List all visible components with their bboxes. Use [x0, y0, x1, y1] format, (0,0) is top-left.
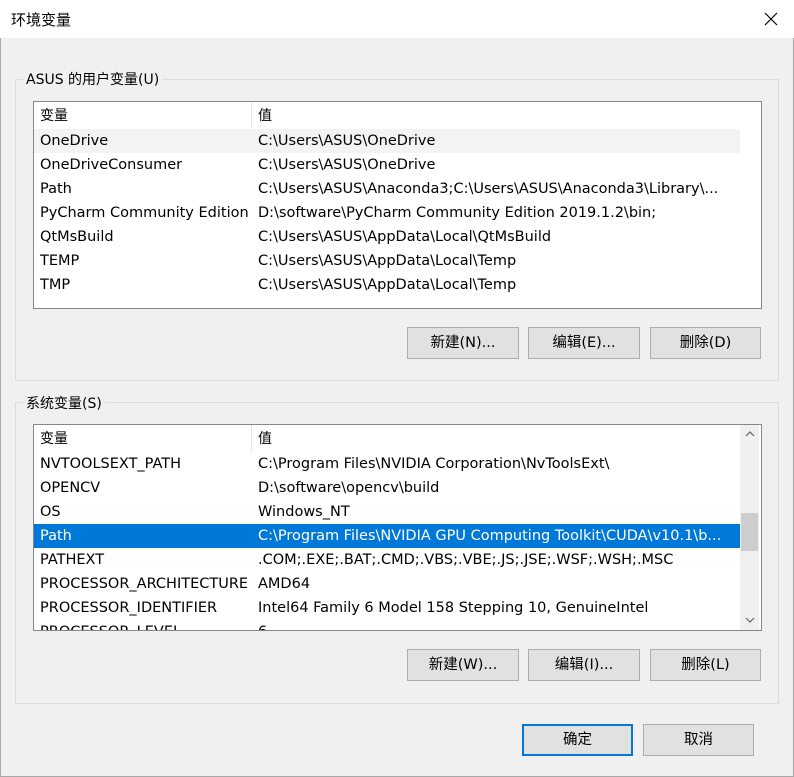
variable-name: QtMsBuild: [40, 229, 114, 245]
window-title: 环境变量: [11, 11, 72, 29]
variable-value: C:\Users\ASUS\AppData\Local\Temp: [258, 277, 517, 293]
chevron-down-icon: [745, 617, 754, 623]
title-bar[interactable]: 环境变量: [0, 0, 794, 38]
system-delete-button[interactable]: 删除(L): [650, 649, 761, 681]
variable-name: PATHEXT: [40, 552, 105, 568]
list-item[interactable]: Path C:\Program Files\NVIDIA GPU Computin…: [34, 524, 740, 548]
variable-name: OS: [40, 504, 61, 520]
variable-name: PROCESSOR_LEVEL: [40, 620, 181, 630]
variable-name: TEMP: [40, 253, 80, 269]
list-item[interactable]: PATHEXT .COM;.EXE;.BAT;.CMD;.VBS;.VBE;.JS…: [34, 548, 740, 572]
variable-name: Path: [40, 181, 72, 197]
scroll-up-button[interactable]: [740, 425, 759, 442]
variable-name: PROCESSOR_IDENTIFIER: [40, 600, 218, 616]
column-header-name[interactable]: 变量: [34, 425, 252, 451]
variable-value: C:\Program Files\NVIDIA Corporation\NvTo…: [258, 456, 610, 472]
column-header-value[interactable]: 值: [252, 102, 752, 128]
user-variables-group-label: ASUS 的用户变量(U): [23, 69, 163, 89]
variable-value: Windows_NT: [258, 504, 350, 520]
user-edit-button[interactable]: 编辑(E)...: [528, 327, 640, 359]
list-item[interactable]: TMP C:\Users\ASUS\AppData\Local\Temp: [34, 273, 740, 297]
variable-value: C:\Users\ASUS\Anaconda3;C:\Users\ASUS\An…: [258, 181, 719, 197]
variable-name: OneDriveConsumer: [40, 157, 183, 173]
variable-value: C:\Program Files\NVIDIA GPU Computing To…: [258, 528, 722, 544]
list-item[interactable]: OneDrive C:\Users\ASUS\OneDrive: [34, 129, 740, 153]
list-item[interactable]: OneDriveConsumer C:\Users\ASUS\OneDrive: [34, 153, 740, 177]
variable-value: .COM;.EXE;.BAT;.CMD;.VBS;.VBE;.JS;.JSE;.…: [258, 552, 674, 568]
variable-name: PROCESSOR_ARCHITECTURE: [40, 576, 249, 592]
list-item[interactable]: PROCESSOR_LEVEL 6: [34, 620, 740, 630]
variable-value: C:\Users\ASUS\OneDrive: [258, 157, 436, 173]
variable-name: Path: [40, 528, 72, 544]
variable-name: OPENCV: [40, 480, 101, 496]
user-delete-button[interactable]: 删除(D): [650, 327, 761, 359]
list-item[interactable]: OPENCV D:\software\opencv\build: [34, 476, 740, 500]
chevron-up-icon: [745, 430, 754, 436]
list-item[interactable]: TEMP C:\Users\ASUS\AppData\Local\Temp: [34, 249, 740, 273]
user-variables-list[interactable]: 变量 值 OneDrive C:\Users\ASUS\OneDrive OneDr…: [33, 101, 762, 309]
list-item[interactable]: Path C:\Users\ASUS\Anaconda3;C:\Users\ASU…: [34, 177, 740, 201]
ok-button[interactable]: 确定: [522, 724, 633, 756]
column-header-name[interactable]: 变量: [34, 102, 252, 128]
system-edit-button[interactable]: 编辑(I)...: [528, 649, 640, 681]
list-item[interactable]: QtMsBuild C:\Users\ASUS\AppData\Local\QtM…: [34, 225, 740, 249]
list-header: 变量 值: [34, 425, 761, 451]
scroll-down-button[interactable]: [740, 611, 759, 628]
variable-value: Intel64 Family 6 Model 158 Stepping 10, …: [258, 600, 649, 616]
vertical-scrollbar[interactable]: [740, 425, 759, 630]
variable-value: C:\Users\ASUS\AppData\Local\QtMsBuild: [258, 229, 552, 245]
variable-value: AMD64: [258, 576, 311, 592]
variable-name: PyCharm Community Edition: [40, 205, 249, 221]
variable-value: 6: [258, 620, 267, 630]
user-new-button[interactable]: 新建(N)...: [407, 327, 519, 359]
system-new-button[interactable]: 新建(W)...: [407, 649, 519, 681]
variable-value: D:\software\opencv\build: [258, 480, 440, 496]
system-variables-group-label: 系统变量(S): [23, 393, 105, 413]
list-item[interactable]: PROCESSOR_ARCHITECTURE AMD64: [34, 572, 740, 596]
variable-value: D:\software\PyCharm Community Edition 20…: [258, 205, 657, 221]
variable-value: C:\Users\ASUS\AppData\Local\Temp: [258, 253, 517, 269]
list-header: 变量 值: [34, 102, 761, 128]
list-item[interactable]: PyCharm Community Edition D:\software\PyC…: [34, 201, 740, 225]
variable-name: TMP: [40, 277, 71, 293]
column-header-value[interactable]: 值: [252, 425, 740, 451]
system-variables-list[interactable]: 变量 值 NVTOOLSEXT_PATH C:\Program Files\NVI…: [33, 424, 762, 631]
list-item[interactable]: NVTOOLSEXT_PATH C:\Program Files\NVIDIA C…: [34, 452, 740, 476]
variable-name: NVTOOLSEXT_PATH: [40, 456, 182, 472]
scrollbar-thumb[interactable]: [741, 513, 758, 551]
list-item[interactable]: OS Windows_NT: [34, 500, 740, 524]
list-item[interactable]: PROCESSOR_IDENTIFIER Intel64 Family 6 Mod…: [34, 596, 740, 620]
close-icon: [764, 12, 778, 26]
cancel-button[interactable]: 取消: [643, 724, 754, 756]
close-button[interactable]: [748, 0, 794, 38]
variable-value: C:\Users\ASUS\OneDrive: [258, 133, 436, 149]
variable-name: OneDrive: [40, 133, 109, 149]
